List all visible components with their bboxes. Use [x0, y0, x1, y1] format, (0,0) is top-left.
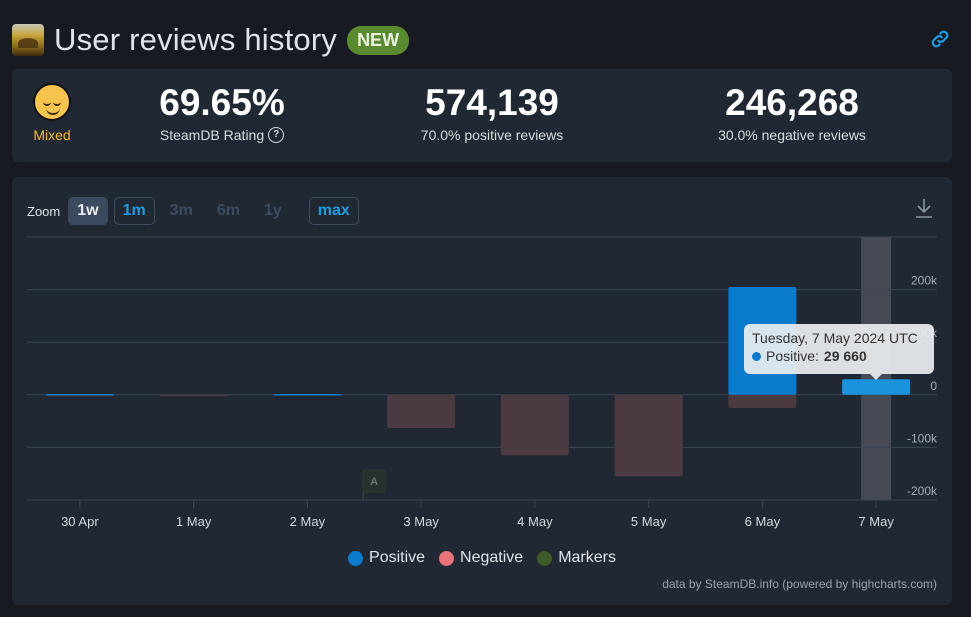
legend-markers[interactable]: Markers [537, 549, 616, 567]
x-tick-label: 5 May [631, 514, 667, 529]
y-tick-label: -100k [907, 431, 938, 445]
bar-negative[interactable] [728, 394, 797, 408]
y-tick-label: -200k [907, 484, 938, 498]
game-capsule-icon [12, 24, 44, 56]
bar-positive[interactable] [45, 394, 114, 396]
bar-negative[interactable] [614, 394, 683, 477]
x-tick-label: 4 May [517, 514, 553, 529]
tooltip-series-name: Positive: [766, 348, 819, 364]
review-stats-panel: Mixed 69.65% SteamDB Rating ? 574,139 70… [12, 69, 952, 162]
legend-positive[interactable]: Positive [348, 549, 425, 567]
bar-positive[interactable] [273, 394, 342, 396]
question-circle-icon[interactable]: ? [268, 127, 285, 143]
mood-label: Mixed [33, 127, 71, 143]
y-tick-label: 200k [911, 274, 938, 288]
tooltip-date: Tuesday, 7 May 2024 UTC [752, 330, 918, 346]
pensive-face-icon [33, 83, 71, 121]
x-tick-label: 7 May [858, 514, 894, 529]
link-icon[interactable] [929, 28, 951, 50]
chart-tooltip: Tuesday, 7 May 2024 UTC Positive: 29 660 [744, 324, 934, 380]
page-header: User reviews history NEW [12, 20, 410, 60]
legend-negative-label: Negative [460, 549, 524, 566]
bar-negative[interactable] [387, 394, 456, 428]
x-tick-label: 1 May [176, 514, 212, 529]
chart-credit[interactable]: data by SteamDB.info (powered by highcha… [662, 577, 937, 591]
y-tick-label: 0 [930, 379, 937, 393]
tooltip-value: 29 660 [823, 348, 867, 364]
page-title: User reviews history [54, 22, 338, 57]
mood-indicator: Mixed [32, 83, 72, 143]
bar-negative[interactable] [500, 394, 569, 456]
reviews-chart-panel: Zoom 1w 1m 3m 6m 1y max -200k-100k0100k2… [12, 177, 952, 605]
rating-label: SteamDB Rating [159, 127, 265, 143]
bar-positive[interactable] [842, 379, 911, 395]
x-tick-label: 3 May [403, 514, 439, 529]
positive-count: 574,139 [425, 82, 559, 123]
negative-reviews-stat: 246,268 30.0% negative reviews [692, 81, 892, 143]
legend-positive-dot [348, 550, 364, 566]
tooltip-series-dot [752, 351, 761, 361]
positive-label: 70.0% positive reviews [420, 127, 564, 143]
rating-value: 69.65% [159, 82, 285, 123]
chart-legend: Positive Negative Markers [12, 549, 952, 567]
x-tick-label: 6 May [745, 514, 781, 529]
legend-markers-label: Markers [558, 549, 616, 566]
new-badge: NEW [347, 25, 410, 55]
legend-negative-dot [439, 550, 455, 566]
marker-flag-label: A [370, 476, 378, 488]
negative-label: 30.0% negative reviews [718, 127, 866, 143]
x-tick-label: 30 Apr [61, 514, 99, 529]
legend-markers-dot [537, 550, 553, 566]
steamdb-rating: 69.65% SteamDB Rating ? [142, 81, 302, 143]
positive-reviews-stat: 574,139 70.0% positive reviews [402, 81, 582, 143]
x-tick-label: 2 May [290, 514, 326, 529]
negative-count: 246,268 [725, 82, 859, 123]
bar-negative[interactable] [159, 394, 228, 397]
legend-negative[interactable]: Negative [439, 549, 523, 567]
legend-positive-label: Positive [369, 549, 426, 566]
